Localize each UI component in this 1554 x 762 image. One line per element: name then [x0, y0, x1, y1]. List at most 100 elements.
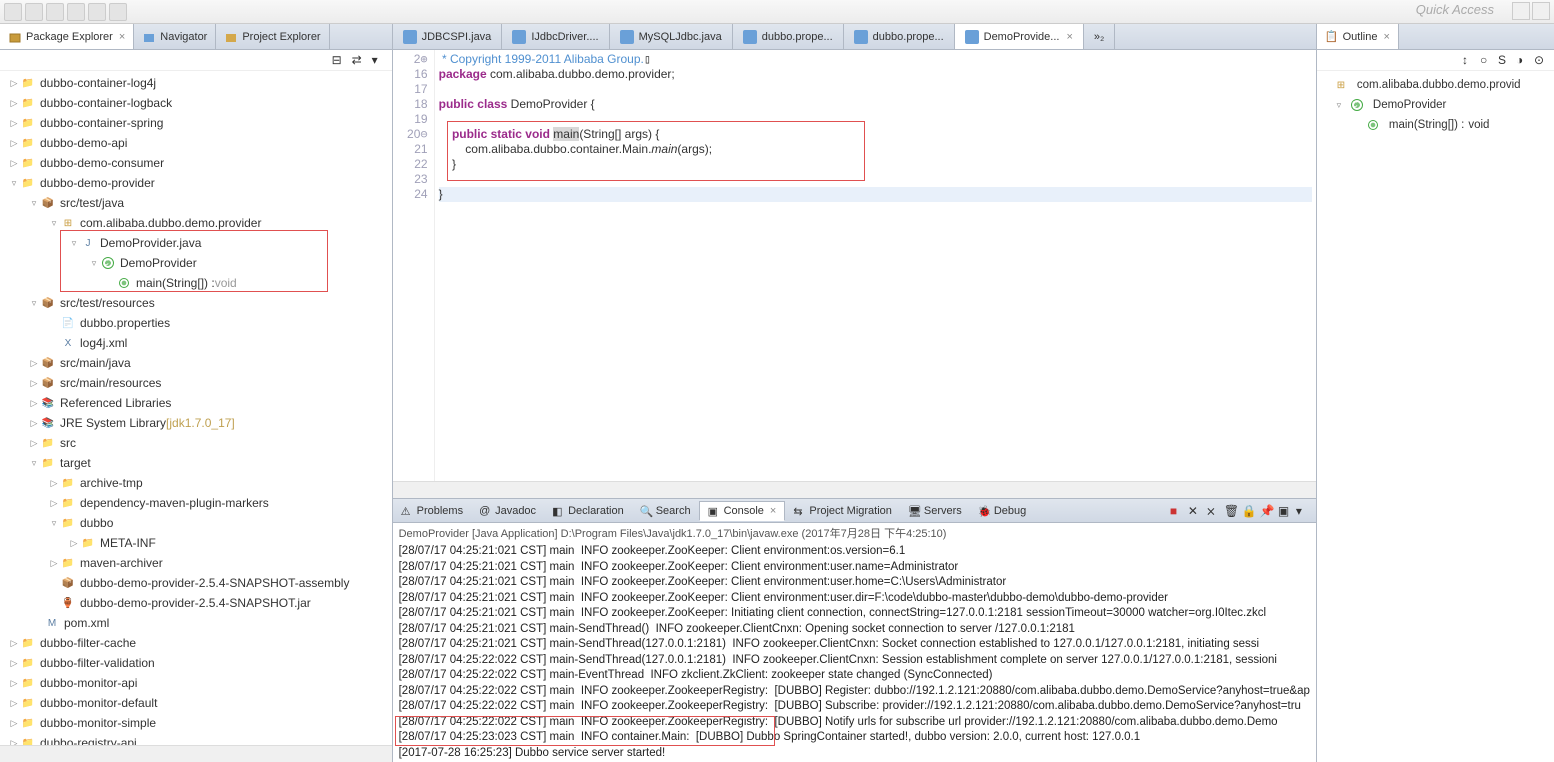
tab-servers[interactable]: 🖥Servers [900, 502, 970, 520]
debug-icon: 🐞 [978, 505, 990, 517]
node-label: main(String[]) : [1389, 119, 1464, 131]
library-node[interactable]: ▷📚Referenced Libraries [0, 393, 392, 413]
source-folder-node[interactable]: ▷📦src/main/resources [0, 373, 392, 393]
package-tree[interactable]: ▷📁dubbo-container-log4j ▷📁dubbo-containe… [0, 71, 392, 745]
toolbar-button[interactable] [109, 3, 127, 21]
toolbar-button[interactable] [88, 3, 106, 21]
terminate-icon[interactable]: ■ [1170, 504, 1184, 518]
folder-node[interactable]: ▿📁dubbo [0, 513, 392, 533]
editor-tab[interactable]: dubbo.prope... [733, 24, 844, 49]
open-console-icon[interactable]: ▾ [1296, 504, 1310, 518]
toolbar-button[interactable] [46, 3, 64, 21]
remove-all-icon[interactable]: ⨯ [1206, 504, 1220, 518]
method-node[interactable]: main(String[]) : void [0, 273, 392, 293]
project-node[interactable]: ▷📁dubbo-registry-api [0, 733, 392, 745]
editor-tab[interactable]: MySQLJdbc.java [610, 24, 733, 49]
editor-tab[interactable]: JDBCSPI.java [393, 24, 503, 49]
project-node[interactable]: ▷📁dubbo-demo-api [0, 133, 392, 153]
folder-node[interactable]: ▷📁maven-archiver [0, 553, 392, 573]
project-node[interactable]: ▿📁dubbo-demo-provider [0, 173, 392, 193]
outline-method[interactable]: main(String[]) : void [1321, 115, 1550, 135]
folder-node[interactable]: ▿📁target [0, 453, 392, 473]
perspective-button[interactable] [1512, 2, 1530, 20]
project-node[interactable]: ▷📁dubbo-monitor-default [0, 693, 392, 713]
file-node[interactable]: Xlog4j.xml [0, 333, 392, 353]
editor-tab[interactable]: dubbo.prope... [844, 24, 955, 49]
perspective-button[interactable] [1532, 2, 1550, 20]
pin-console-icon[interactable]: 📌 [1260, 504, 1274, 518]
pom-file-node[interactable]: Mpom.xml [0, 613, 392, 633]
project-node[interactable]: ▷📁dubbo-container-spring [0, 113, 392, 133]
tab-problems[interactable]: ⚠Problems [393, 502, 471, 520]
node-label: dubbo-demo-provider-2.5.4-SNAPSHOT-assem… [80, 576, 349, 590]
project-node[interactable]: ▷📁dubbo-demo-consumer [0, 153, 392, 173]
jre-node[interactable]: ▷📚JRE System Library [jdk1.7.0_17] [0, 413, 392, 433]
horizontal-scrollbar[interactable] [0, 745, 392, 762]
quick-access-field[interactable]: Quick Access [1416, 2, 1494, 17]
display-console-icon[interactable]: ▣ [1278, 504, 1292, 518]
toolbar-button[interactable] [25, 3, 43, 21]
clear-console-icon[interactable]: 🗑 [1224, 504, 1238, 518]
hide-nonpublic-icon[interactable]: ◑ [1516, 53, 1530, 67]
project-node[interactable]: ▷📁dubbo-monitor-api [0, 673, 392, 693]
tab-project-migration[interactable]: ⇆Project Migration [785, 502, 900, 520]
hide-fields-icon[interactable]: ○ [1480, 53, 1494, 67]
toolbar-button[interactable] [67, 3, 85, 21]
remove-launch-icon[interactable]: ✕ [1188, 504, 1202, 518]
close-icon[interactable]: × [1066, 31, 1072, 43]
outline-panel: 📋 Outline × ↕ ○ S ◑ ⊙ ⊞com.alibaba.dubbo… [1317, 24, 1554, 762]
outline-package[interactable]: ⊞com.alibaba.dubbo.demo.provid [1321, 75, 1550, 95]
tab-console[interactable]: ▣Console× [699, 501, 786, 521]
close-icon[interactable]: × [1383, 31, 1389, 43]
tab-javadoc[interactable]: @Javadoc [471, 502, 544, 520]
jar-file-node[interactable]: 🏺dubbo-demo-provider-2.5.4-SNAPSHOT.jar [0, 593, 392, 613]
java-file-node[interactable]: ▿JDemoProvider.java [0, 233, 392, 253]
view-menu-icon[interactable]: ▾ [372, 53, 386, 67]
source-folder-node[interactable]: ▿📦src/test/resources [0, 293, 392, 313]
horizontal-scrollbar[interactable] [393, 481, 1316, 498]
folder-node[interactable]: ▷📁META-INF [0, 533, 392, 553]
link-editor-icon[interactable]: ⇄ [352, 53, 366, 67]
tab-declaration[interactable]: ◧Declaration [544, 502, 632, 520]
console-output[interactable]: [28/07/17 04:25:21:021 CST] main INFO zo… [393, 543, 1316, 762]
tab-outline[interactable]: 📋 Outline × [1317, 24, 1399, 49]
class-node[interactable]: ▿CDemoProvider [0, 253, 392, 273]
source-folder-node[interactable]: ▷📦src/main/java [0, 353, 392, 373]
outline-tree[interactable]: ⊞com.alibaba.dubbo.demo.provid ▿CDemoPro… [1317, 71, 1554, 139]
editor-overflow[interactable]: »₂ [1084, 24, 1115, 49]
project-node[interactable]: ▷📁dubbo-container-log4j [0, 73, 392, 93]
node-label: src/test/java [60, 196, 124, 210]
collapse-all-icon[interactable]: ⊟ [332, 53, 346, 67]
project-node[interactable]: ▷📁dubbo-filter-cache [0, 633, 392, 653]
editor-tab-active[interactable]: DemoProvide...× [955, 24, 1084, 49]
project-node[interactable]: ▷📁dubbo-monitor-simple [0, 713, 392, 733]
file-node[interactable]: 📦dubbo-demo-provider-2.5.4-SNAPSHOT-asse… [0, 573, 392, 593]
code-area[interactable]: * Copyright 1999-2011 Alibaba Group.▯ pa… [435, 50, 1316, 481]
tab-search[interactable]: 🔍Search [632, 502, 699, 520]
hide-local-icon[interactable]: ⊙ [1534, 53, 1548, 67]
package-node[interactable]: ▿⊞com.alibaba.dubbo.demo.provider [0, 213, 392, 233]
tab-label: IJdbcDriver.... [531, 31, 598, 43]
java-file-icon [620, 30, 634, 44]
tab-project-explorer[interactable]: Project Explorer [216, 24, 329, 49]
editor-tab[interactable]: IJdbcDriver.... [502, 24, 609, 49]
close-icon[interactable]: × [119, 31, 125, 43]
folder-node[interactable]: ▷📁dependency-maven-plugin-markers [0, 493, 392, 513]
tab-navigator[interactable]: Navigator [134, 24, 216, 49]
tab-package-explorer[interactable]: Package Explorer × [0, 24, 134, 49]
source-folder-node[interactable]: ▿📦src/test/java [0, 193, 392, 213]
tab-debug[interactable]: 🐞Debug [970, 502, 1034, 520]
folder-node[interactable]: ▷📁archive-tmp [0, 473, 392, 493]
hide-static-icon[interactable]: S [1498, 53, 1512, 67]
file-node[interactable]: 📄dubbo.properties [0, 313, 392, 333]
outline-class[interactable]: ▿CDemoProvider [1321, 95, 1550, 115]
close-icon[interactable]: × [770, 505, 776, 517]
project-node[interactable]: ▷📁dubbo-filter-validation [0, 653, 392, 673]
tab-label: Declaration [568, 505, 624, 517]
toolbar-button[interactable] [4, 3, 22, 21]
code-editor[interactable]: 2⊕1617181920⊖21222324 * Copyright 1999-2… [393, 50, 1316, 481]
project-node[interactable]: ▷📁dubbo-container-logback [0, 93, 392, 113]
sort-icon[interactable]: ↕ [1462, 53, 1476, 67]
folder-node[interactable]: ▷📁src [0, 433, 392, 453]
scroll-lock-icon[interactable]: 🔒 [1242, 504, 1256, 518]
